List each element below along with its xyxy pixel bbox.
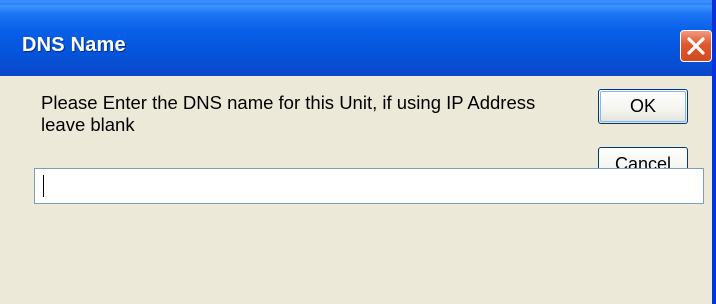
title-bar[interactable]: DNS Name: [0, 0, 712, 76]
text-caret: [43, 175, 44, 197]
prompt-text: Please Enter the DNS name for this Unit,…: [41, 92, 536, 135]
window-title: DNS Name: [22, 34, 126, 56]
ok-button[interactable]: OK: [598, 89, 688, 124]
dns-name-dialog: DNS Name Please Enter the DNS name for t…: [0, 0, 716, 304]
close-icon: [687, 37, 705, 55]
close-button[interactable]: [680, 30, 712, 62]
dns-name-input[interactable]: [34, 168, 704, 204]
